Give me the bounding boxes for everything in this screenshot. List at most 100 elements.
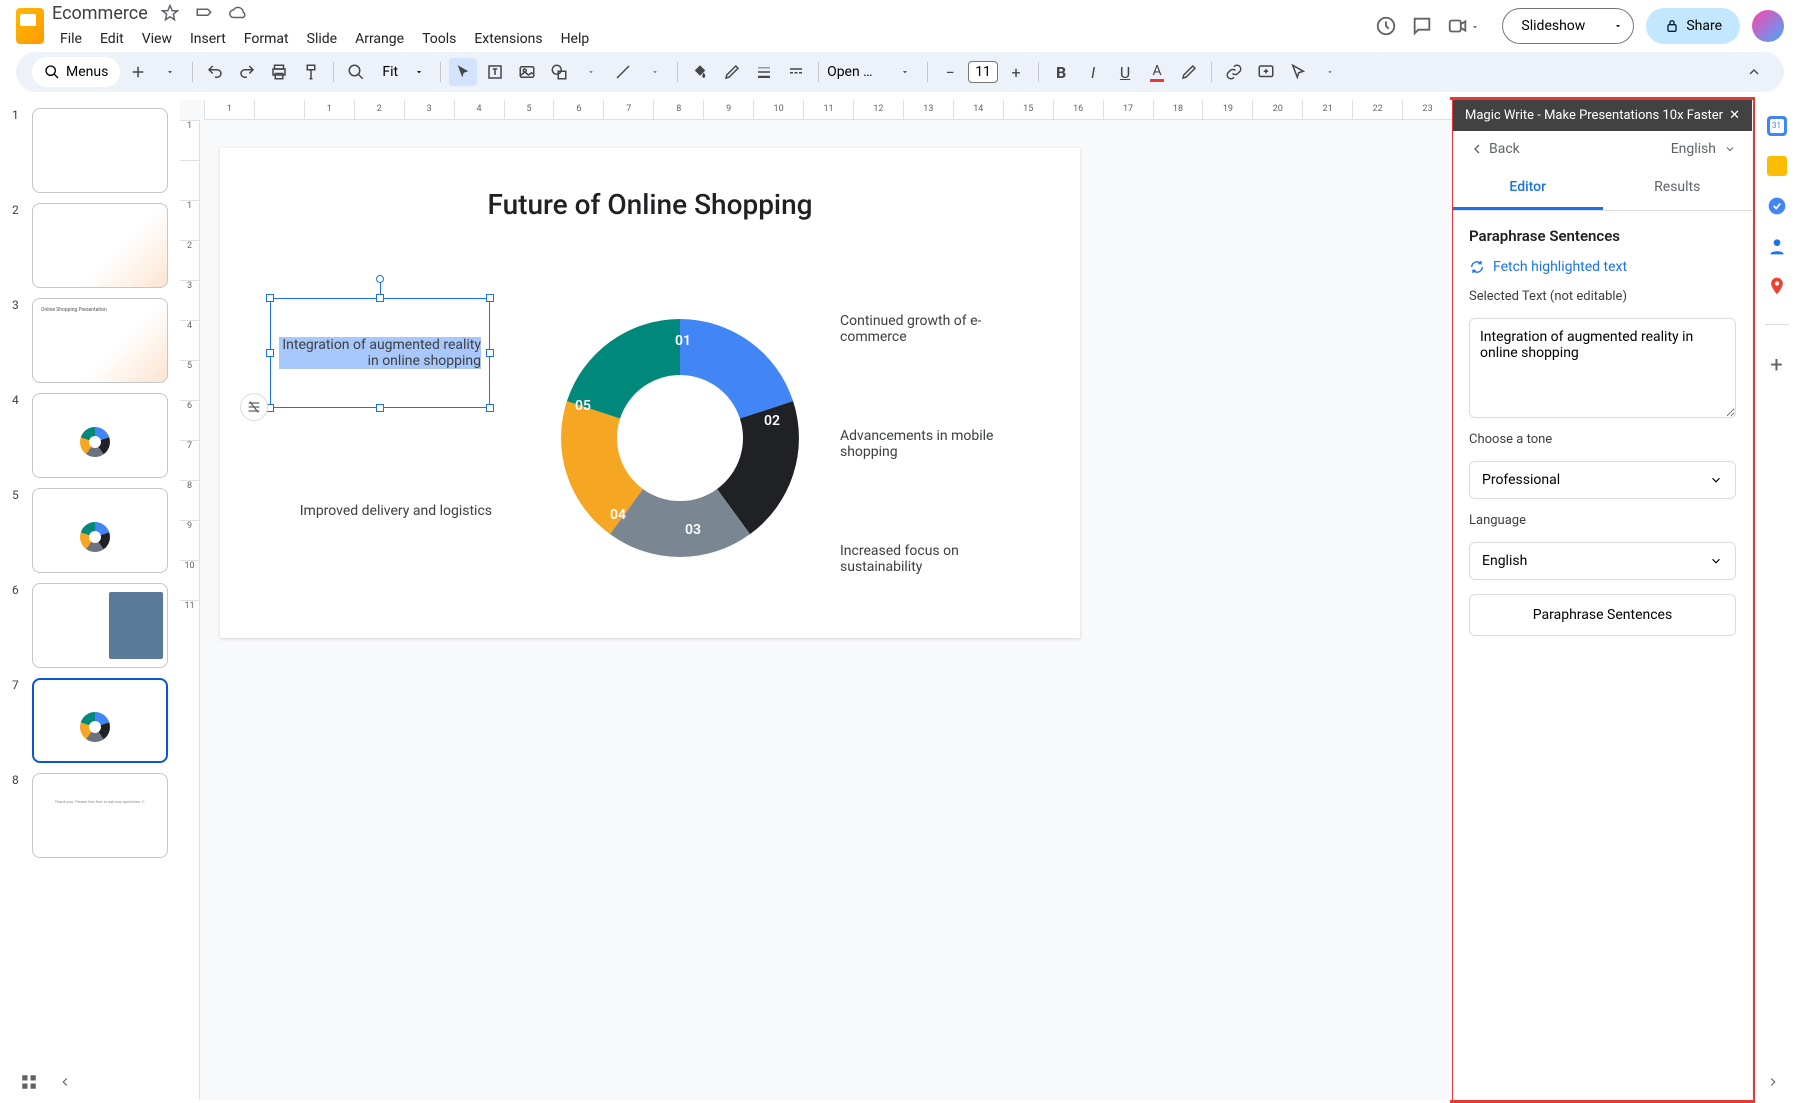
italic-button[interactable]: I [1079,58,1107,86]
toolbar: Menus Fit Open … − + B I U A [16,52,1784,92]
more-button[interactable] [1284,58,1312,86]
label-01[interactable]: Continued growth of e-commerce [840,313,1000,345]
star-icon[interactable] [158,1,182,25]
share-button[interactable]: Share [1646,8,1740,44]
slideshow-dropdown[interactable] [1603,8,1634,44]
slides-logo[interactable] [16,8,44,44]
collapse-toolbar[interactable] [1740,58,1768,86]
tone-label: Choose a tone [1469,432,1736,447]
fill-color-button[interactable] [686,58,714,86]
keep-icon[interactable] [1767,156,1787,176]
border-dash-button[interactable] [782,58,810,86]
segment-02: 02 [764,413,780,429]
comment-button[interactable] [1252,58,1280,86]
meet-icon[interactable] [1446,14,1470,38]
menu-file[interactable]: File [52,27,90,51]
menu-insert[interactable]: Insert [182,27,234,51]
font-select[interactable]: Open … [827,64,887,80]
line-tool[interactable] [609,58,637,86]
menu-arrange[interactable]: Arrange [347,27,412,51]
more-dropdown[interactable] [1316,58,1344,86]
maps-icon[interactable] [1767,276,1787,296]
footer [0,1064,1800,1100]
slide-number: 6 [12,583,24,668]
contacts-icon[interactable] [1767,236,1787,256]
textbox-tool[interactable] [481,58,509,86]
font-size-decrease[interactable]: − [936,58,964,86]
canvas-area[interactable]: 11234567891011121314151617181920212223 1… [180,100,1452,1100]
font-size-increase[interactable]: + [1002,58,1030,86]
new-slide-button[interactable] [124,58,152,86]
fetch-text-link[interactable]: Fetch highlighted text [1469,259,1736,275]
move-icon[interactable] [192,1,216,25]
select-tool[interactable] [449,58,477,86]
print-button[interactable] [265,58,293,86]
selected-text[interactable]: Integration of augmented reality in onli… [279,337,481,369]
image-tool[interactable] [513,58,541,86]
top-language-select[interactable]: English [1671,141,1736,157]
zoom-select[interactable]: Fit [374,64,432,80]
border-color-button[interactable] [718,58,746,86]
redo-button[interactable] [233,58,261,86]
paint-format-button[interactable] [297,58,325,86]
explore-icon[interactable] [1766,1075,1780,1089]
shape-dropdown[interactable] [577,58,605,86]
menu-help[interactable]: Help [553,27,598,51]
bold-button[interactable]: B [1047,58,1075,86]
history-icon[interactable] [1374,14,1398,38]
slide-panel[interactable]: 1 2 3Online Shopping Presentation 4 5 6 … [0,100,180,1100]
menu-slide[interactable]: Slide [299,27,345,51]
donut-chart[interactable]: 01 02 03 04 05 [540,298,820,578]
label-02[interactable]: Advancements in mobile shopping [840,428,1000,460]
slide-thumb-6[interactable] [32,583,168,668]
selected-textbox[interactable]: Integration of augmented reality in onli… [270,298,490,408]
highlight-button[interactable] [1175,58,1203,86]
avatar[interactable] [1752,10,1784,42]
line-dropdown[interactable] [641,58,669,86]
get-addons-icon[interactable]: + [1767,353,1787,373]
new-slide-dropdown[interactable] [156,58,184,86]
underline-button[interactable]: U [1111,58,1139,86]
slide-canvas[interactable]: Future of Online Shopping Integration of… [220,148,1080,638]
grid-view-icon[interactable] [20,1073,38,1091]
cloud-icon[interactable] [226,1,250,25]
tasks-icon[interactable] [1767,196,1787,216]
slide-thumb-1[interactable] [32,108,168,193]
comments-icon[interactable] [1410,14,1434,38]
menu-extensions[interactable]: Extensions [466,27,550,51]
collapse-filmstrip-icon[interactable] [58,1075,72,1089]
paraphrase-button[interactable]: Paraphrase Sentences [1469,594,1736,636]
font-size-input[interactable] [968,61,998,83]
tone-select[interactable]: Professional [1469,461,1736,499]
slide-title[interactable]: Future of Online Shopping [220,188,1080,221]
tab-results[interactable]: Results [1603,167,1753,210]
slide-thumb-2[interactable] [32,203,168,288]
label-03[interactable]: Increased focus on sustainability [840,543,1000,575]
undo-button[interactable] [201,58,229,86]
slide-thumb-4[interactable] [32,393,168,478]
search-menus[interactable]: Menus [32,57,120,87]
menu-tools[interactable]: Tools [414,27,464,51]
text-color-button[interactable]: A [1143,58,1171,86]
font-dropdown[interactable] [891,58,919,86]
slide-thumb-3[interactable]: Online Shopping Presentation [32,298,168,383]
menu-edit[interactable]: Edit [92,27,132,51]
language-select[interactable]: English [1469,542,1736,580]
border-weight-button[interactable] [750,58,778,86]
label-04[interactable]: Improved delivery and logistics [292,503,492,519]
calendar-icon[interactable]: 31 [1767,116,1787,136]
menu-view[interactable]: View [134,27,180,51]
zoom-button[interactable] [342,58,370,86]
shape-tool[interactable] [545,58,573,86]
close-icon[interactable]: ✕ [1729,108,1740,123]
tab-editor[interactable]: Editor [1453,167,1603,210]
slide-thumb-5[interactable] [32,488,168,573]
menu-format[interactable]: Format [236,27,297,51]
slide-thumb-7[interactable] [32,678,168,763]
link-button[interactable] [1220,58,1248,86]
slide-thumb-8[interactable]: Thank you. Please feel free to ask any q… [32,773,168,858]
floating-format-button[interactable] [240,393,268,421]
document-title[interactable]: Ecommerce [52,3,148,24]
slideshow-button[interactable]: Slideshow [1502,8,1603,44]
back-button[interactable]: Back [1469,141,1520,157]
